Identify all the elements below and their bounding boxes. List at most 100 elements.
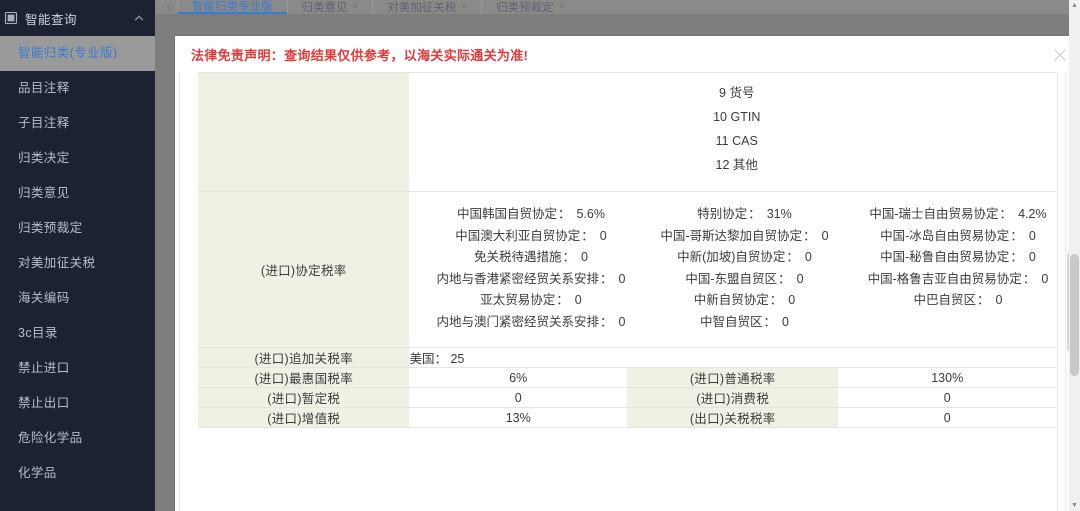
agreement-separator: ： — [803, 228, 816, 243]
agreement-separator: ： — [748, 207, 761, 221]
agreement-separator: ： — [599, 314, 613, 329]
tab-1[interactable]: 归类意见 × — [286, 0, 373, 14]
agreement-separator: ： — [1022, 271, 1036, 286]
agreement-separator: ： — [556, 293, 569, 307]
chevron-left-icon[interactable] — [161, 0, 177, 14]
agreement-entry: 中国韩国自贸协定： 5.6% — [423, 204, 638, 226]
cell-declaration-items: 9 货号 10 GTIN 11 CAS 12 其他 — [409, 72, 1056, 192]
agreement-name: 中国-格鲁吉亚自由贸易协定 — [867, 271, 1022, 286]
agreement-name: 中国-哥斯达黎加自贸协定 — [660, 228, 803, 243]
tab-0[interactable]: 智能归类专业版 — [177, 0, 287, 14]
agreement-separator: ： — [778, 271, 791, 286]
rate-label-right: (出口)关税税率 — [626, 407, 839, 428]
agreement-name: 免关税待遇措施 — [473, 250, 562, 264]
rate-value-left: 0 — [409, 387, 627, 408]
legal-disclaimer: 法律免责声明：查询结果仅供参考，以海关实际通关为准! — [191, 47, 529, 63]
table-row-rate-1: (进口)暂定税 0 (进口)消费税 0 — [198, 387, 1056, 408]
agreement-column-2: 中国-瑞士自由贸易协定： 4.2% 中国-冰岛自由贸易协定： 0 中国-秘鲁自由贸易协定… — [850, 204, 1065, 333]
agreement-name: 中国-瑞士自由贸易协定 — [869, 207, 999, 221]
sidebar-item-12[interactable]: 化学品 — [0, 456, 155, 491]
tab-2[interactable]: 对美加征关税 × — [372, 0, 481, 14]
modal-header: 法律免责声明：查询结果仅供参考，以海关实际通关为准! — [175, 36, 1080, 72]
agreement-value: 0 — [574, 293, 582, 307]
agreement-name: 中国-东盟自贸区 — [685, 271, 778, 286]
sidebar-item-9[interactable]: 禁止进口 — [0, 351, 155, 386]
tab-3[interactable]: 归类预裁定 × — [481, 0, 578, 14]
sidebar-item-10[interactable]: 禁止出口 — [0, 386, 155, 421]
sidebar-item-label: 禁止进口 — [18, 361, 70, 375]
declaration-item-3: 12 其他 — [715, 158, 758, 172]
agreement-entry: 内地与香港紧密经贸关系安排： 0 — [423, 269, 638, 291]
cell-declaration-label — [198, 72, 410, 192]
agreement-separator: ： — [1010, 250, 1023, 264]
agreement-value: 0 — [1041, 271, 1049, 286]
rate-value-left: 13% — [409, 407, 627, 428]
agreement-column-0: 中国韩国自贸协定： 5.6% 中国澳大利亚自贸协定： 0 免关税待遇措施 ： 0 内地与香港紧… — [423, 204, 638, 333]
sidebar-item-6[interactable]: 对美加征关税 — [0, 246, 155, 281]
rate-label-left: (进口)最惠国税率 — [198, 367, 410, 388]
agreement-name: 中新自贸协定 — [693, 293, 769, 307]
agreement-entry: 中国-格鲁吉亚自由贸易协定： 0 — [850, 269, 1065, 291]
sidebar-item-4[interactable]: 归类意见 — [0, 176, 155, 211]
agreement-rate-values: 中国韩国自贸协定： 5.6% 中国澳大利亚自贸协定： 0 免关税待遇措施 ： 0 内地与香港紧… — [409, 191, 1056, 348]
agreement-entry: 中巴自贸区： 0 — [850, 290, 1065, 312]
agreement-entry: 中智自贸区： 0 — [638, 312, 850, 334]
agreement-name: 中智自贸区 — [699, 314, 763, 329]
sidebar-item-label: 归类决定 — [18, 151, 70, 165]
rate-value-right: 0 — [838, 407, 1056, 428]
agreement-value: 0 — [995, 293, 1003, 307]
agreement-value: 0 — [1028, 250, 1036, 264]
sidebar-item-label: 对美加征关税 — [18, 256, 96, 270]
rate-label-right: (进口)普通税率 — [626, 367, 839, 388]
tab-close-icon[interactable]: × — [461, 2, 467, 12]
agreement-entry: 特别协定： 31% — [638, 204, 850, 226]
sidebar-item-label: 危险化学品 — [18, 431, 83, 445]
agreement-entry: 亚太贸易协定： 0 — [423, 290, 638, 312]
window-scrollbar-thumb[interactable] — [1070, 254, 1079, 376]
agreement-value: 0 — [796, 271, 804, 286]
agreement-value: 0 — [581, 250, 588, 264]
agreement-separator: ： — [786, 250, 799, 264]
sidebar-item-label: 归类预裁定 — [18, 221, 83, 235]
sidebar-item-label: 子目注释 — [18, 116, 70, 130]
agreement-entry: 中国-冰岛自由贸易协定： 0 — [850, 226, 1065, 248]
tab-close-icon[interactable]: × — [559, 2, 565, 12]
agreement-separator: ： — [581, 228, 594, 243]
sidebar-item-1[interactable]: 品目注释 — [0, 71, 155, 106]
window-scrollbar[interactable]: ▲ ▼ — [1069, 0, 1080, 511]
agreement-separator: ： — [1010, 228, 1023, 243]
sidebar-item-3[interactable]: 归类决定 — [0, 141, 155, 176]
table-row-rate-2: (进口)增值税 13% (出口)关税税率 0 — [198, 407, 1056, 428]
close-icon[interactable] — [1052, 47, 1068, 63]
agreement-entry: 中国-秘鲁自由贸易协定： 0 — [850, 247, 1065, 269]
sidebar-item-7[interactable]: 海关编码 — [0, 281, 155, 316]
rate-row-group: (进口)最惠国税率 6% (进口)普通税率 130% (进口)暂定税 0 (进口)消费税 0(… — [198, 367, 1056, 428]
agreement-entry: 中国-瑞士自由贸易协定： 4.2% — [850, 204, 1065, 226]
sidebar-item-2[interactable]: 子目注释 — [0, 106, 155, 141]
window-scroll-up-icon[interactable]: ▲ — [1069, 0, 1080, 11]
agreement-value: 31% — [766, 207, 792, 221]
sidebar-item-5[interactable]: 归类预裁定 — [0, 211, 155, 246]
window-scroll-down-icon[interactable]: ▼ — [1069, 500, 1080, 511]
agreement-name: 中国-秘鲁自由贸易协定 — [880, 250, 1010, 264]
agreement-value: 4.2% — [1018, 207, 1047, 221]
agreement-separator: ： — [769, 293, 783, 307]
surcharge-rate-value: 美国： 25 — [409, 347, 1056, 368]
agreement-value: 0 — [618, 314, 626, 329]
rate-value-right: 0 — [838, 387, 1056, 408]
declaration-item-0: 9 货号 — [719, 86, 755, 100]
agreement-name: 亚太贸易协定 — [480, 293, 556, 307]
sidebar-group-header-smart-query[interactable]: 智能查询 — [0, 0, 155, 36]
table-row-agreement-rate: (进口)协定税率 中国韩国自贸协定： 5.6% 中国澳大利亚自贸协定： 0 免关税待遇措… — [198, 191, 1056, 348]
sidebar-item-0[interactable]: 智能归类(专业版) — [0, 36, 155, 71]
agreement-entry: 中国澳大利亚自贸协定： 0 — [423, 226, 638, 248]
agreement-separator: ： — [763, 314, 776, 329]
declaration-item-list: 9 货号 10 GTIN 11 CAS 12 其他 — [423, 81, 1050, 177]
sidebar-item-11[interactable]: 危险化学品 — [0, 421, 155, 456]
sidebar-item-8[interactable]: 3c目录 — [0, 316, 155, 351]
chevron-up-icon[interactable] — [133, 12, 145, 24]
agreement-column-1: 特别协定： 31% 中国-哥斯达黎加自贸协定： 0 中新(加坡)自贸协定： 0 中国-东盟自… — [638, 204, 850, 333]
agreement-name: 中国韩国自贸协定 — [456, 207, 557, 221]
tab-close-icon[interactable]: × — [353, 2, 359, 12]
agreement-entry: 中国-东盟自贸区： 0 — [638, 269, 850, 291]
